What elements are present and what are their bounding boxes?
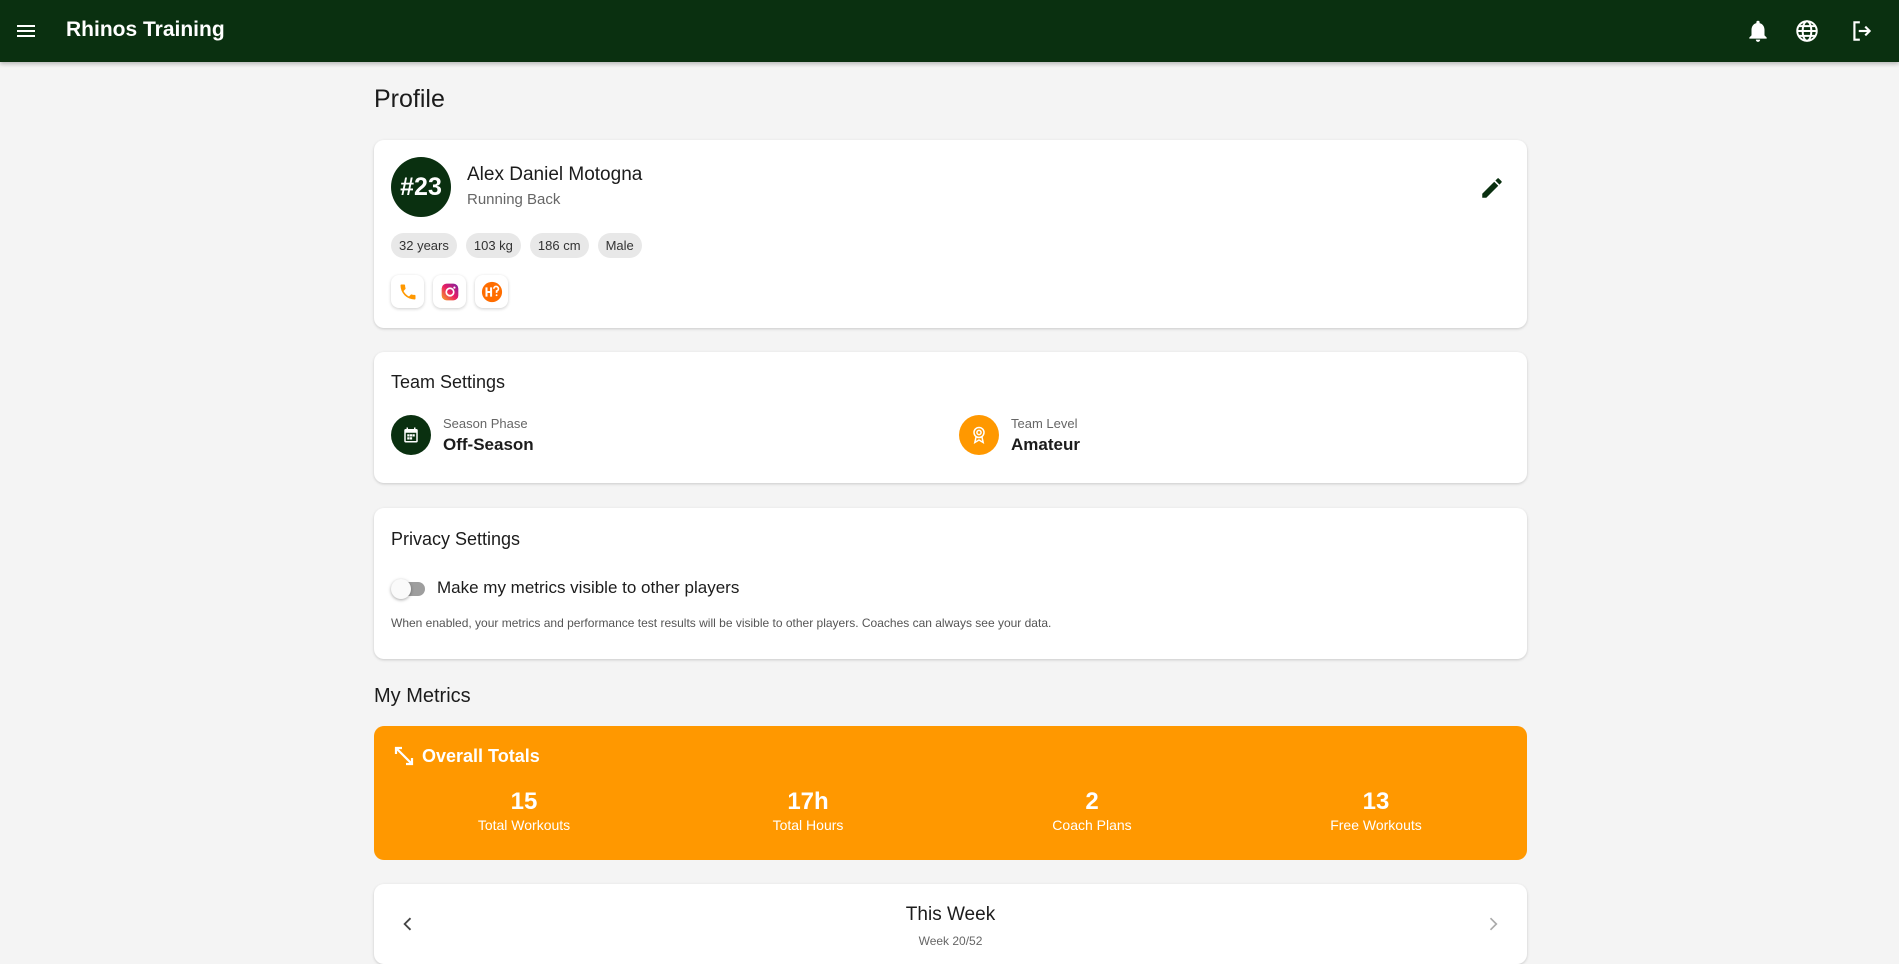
calendar-icon — [391, 415, 431, 455]
bell-icon[interactable] — [1745, 18, 1771, 44]
stat-total-workouts: 15 Total Workouts — [404, 788, 644, 833]
player-name: Alex Daniel Motogna — [467, 164, 643, 185]
pencil-icon — [1482, 178, 1502, 198]
privacy-settings-title: Privacy Settings — [391, 529, 521, 549]
stat-value: 17h — [787, 788, 829, 815]
toggle-thumb — [391, 579, 411, 599]
overall-totals-title: Overall Totals — [422, 746, 540, 766]
overall-totals-card: Overall Totals 15 Total Workouts 17h Tot… — [374, 726, 1527, 860]
instagram-icon — [441, 283, 458, 300]
instagram-button[interactable] — [433, 275, 466, 308]
season-phase-label: Season Phase — [443, 415, 528, 431]
hudl-button[interactable] — [475, 275, 508, 308]
profile-card: #23 Alex Daniel Motogna Running Back 32 … — [374, 140, 1527, 328]
team-level-label: Team Level — [1011, 415, 1078, 431]
stat-value: 2 — [1085, 788, 1099, 815]
stat-label: Coach Plans — [1052, 817, 1132, 833]
height-chip: 186 cm — [529, 233, 589, 258]
season-phase-setting: Season Phase Off-Season — [391, 415, 534, 455]
chevron-right-icon[interactable] — [1483, 914, 1503, 934]
stat-label: Total Hours — [772, 817, 844, 833]
profile-chips: 32 years 103 kg 186 cm Male — [391, 233, 642, 258]
season-phase-value: Off-Season — [443, 434, 534, 454]
globe-icon[interactable] — [1794, 18, 1820, 44]
team-level-setting: Team Level Amateur — [959, 415, 1080, 455]
logout-icon[interactable] — [1849, 18, 1875, 44]
team-settings-card: Team Settings Season Phase Off-Season Te… — [374, 352, 1527, 483]
page-title: Profile — [374, 85, 445, 113]
phone-button[interactable] — [391, 275, 424, 308]
privacy-settings-card: Privacy Settings Make my metrics visible… — [374, 508, 1527, 659]
menu-icon[interactable] — [14, 19, 38, 43]
stat-label: Free Workouts — [1330, 817, 1422, 833]
week-subtitle: Week 20/52 — [918, 934, 983, 948]
stat-free-workouts: 13 Free Workouts — [1256, 788, 1496, 833]
hudl-icon — [481, 281, 502, 302]
stat-value: 15 — [510, 788, 538, 815]
metrics-visibility-toggle[interactable] — [391, 579, 427, 599]
expand-icon[interactable] — [392, 744, 416, 768]
team-settings-title: Team Settings — [391, 372, 506, 392]
team-level-value: Amateur — [1011, 434, 1080, 454]
top-app-bar: Rhinos Training — [0, 0, 1899, 62]
stat-label: Total Workouts — [477, 817, 571, 833]
gender-chip: Male — [597, 233, 642, 258]
social-links — [391, 275, 508, 308]
my-metrics-title: My Metrics — [374, 685, 471, 707]
stat-total-hours: 17h Total Hours — [688, 788, 928, 833]
app-title: Rhinos Training — [66, 18, 225, 41]
stat-coach-plans: 2 Coach Plans — [972, 788, 1212, 833]
player-number-avatar: #23 — [391, 157, 451, 217]
this-week-card: This Week Week 20/52 — [374, 884, 1527, 964]
edit-profile-button[interactable] — [1479, 175, 1505, 201]
metrics-visibility-label: Make my metrics visible to other players — [437, 578, 740, 597]
player-position: Running Back — [467, 191, 561, 208]
phone-icon — [400, 284, 415, 299]
week-title: This Week — [905, 904, 996, 925]
privacy-note: When enabled, your metrics and performan… — [391, 616, 1052, 630]
stat-value: 13 — [1362, 788, 1390, 815]
age-chip: 32 years — [391, 233, 457, 258]
weight-chip: 103 kg — [465, 233, 521, 258]
award-icon — [959, 415, 999, 455]
